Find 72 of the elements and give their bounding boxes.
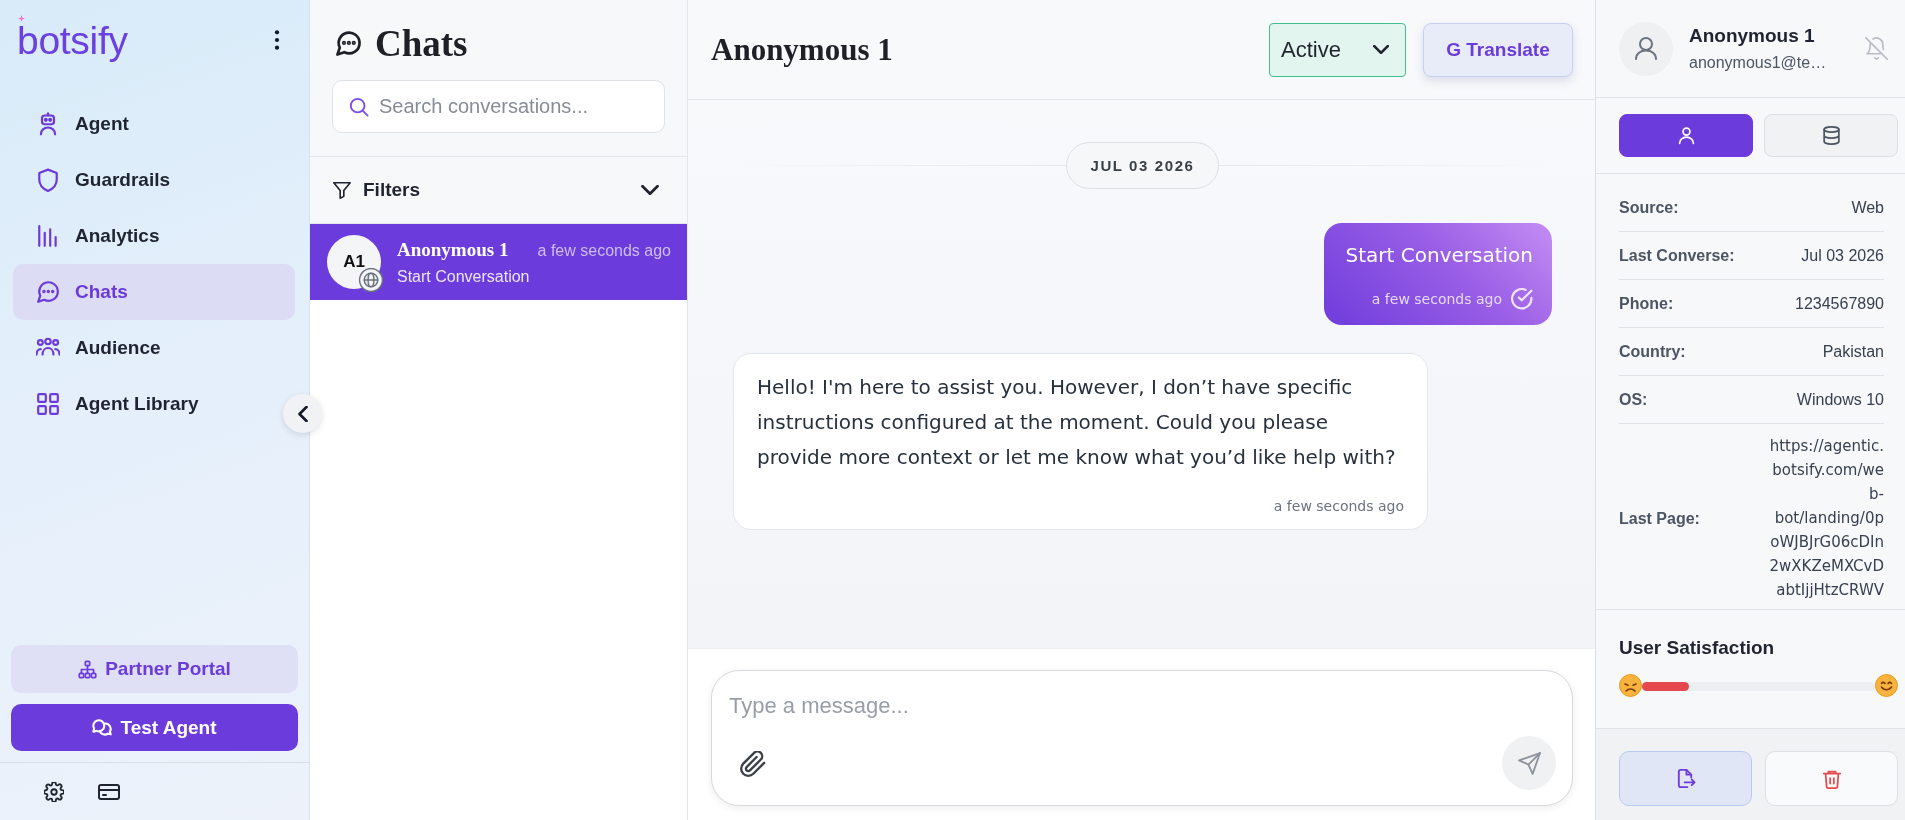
message-text: Hello! I'm here to assist you. However, I don’t have specific instructions configured at the moment. Could you please provide more context or let me know what you’d like help with? bbox=[757, 374, 1397, 471]
detail-value: Pakistan bbox=[1822, 342, 1884, 362]
status-dropdown[interactable]: Active bbox=[1269, 22, 1406, 77]
nav-item[interactable]: Agent bbox=[13, 96, 145, 152]
message-field[interactable]: Type a message... bbox=[711, 670, 1573, 806]
chevron-left-icon bbox=[297, 405, 308, 422]
user-icon bbox=[1676, 126, 1696, 145]
nav-item[interactable]: Agent Library bbox=[13, 376, 215, 432]
date-pill: JUL 03 2026 bbox=[1066, 142, 1219, 189]
message-time: a few seconds ago bbox=[1371, 291, 1502, 307]
chevron-down-icon bbox=[641, 185, 659, 195]
sparkle-icon bbox=[18, 14, 25, 22]
detail-label: Source: bbox=[1619, 198, 1679, 218]
sad-face-icon bbox=[1619, 674, 1642, 697]
more-icon[interactable] bbox=[274, 30, 280, 50]
nav-item[interactable]: Chats bbox=[13, 264, 295, 320]
contact-email: anonymous1@te… bbox=[1689, 54, 1828, 72]
sitemap-icon bbox=[78, 659, 98, 679]
message-time: a few seconds ago bbox=[537, 241, 671, 260]
database-icon bbox=[1821, 126, 1841, 145]
conversation-item[interactable]: A1 Anonymous 1 a few seconds ago Start Conversation bbox=[310, 224, 687, 300]
chat-bubbles-icon bbox=[92, 717, 113, 738]
search-icon bbox=[349, 96, 369, 117]
smiley-face-icon bbox=[1875, 674, 1898, 697]
contact-name: Anonymous 1 bbox=[397, 238, 509, 261]
detail-label: Phone: bbox=[1619, 294, 1674, 314]
settings-icon[interactable] bbox=[44, 781, 64, 802]
message-text: Start Conversation bbox=[1345, 242, 1533, 268]
filters-bar[interactable]: Filters bbox=[310, 157, 687, 224]
nav-item[interactable]: Guardrails bbox=[13, 152, 187, 208]
detail-label: Last Page: bbox=[1619, 508, 1700, 529]
logo-text: botsify bbox=[17, 20, 128, 60]
profile-tab[interactable] bbox=[1619, 114, 1753, 157]
detail-label: Country: bbox=[1619, 342, 1686, 362]
test-agent-button[interactable]: Test Agent bbox=[11, 704, 298, 751]
detail-value: 1234567890 bbox=[1795, 294, 1884, 314]
send-icon bbox=[1517, 751, 1541, 775]
database-tab[interactable] bbox=[1764, 114, 1898, 157]
nav-item[interactable]: Audience bbox=[13, 320, 177, 376]
user-avatar-icon bbox=[1619, 21, 1673, 76]
detail-value: Jul 03 2026 bbox=[1801, 246, 1884, 266]
detail-label: OS: bbox=[1619, 390, 1648, 410]
detail-value: Windows 10 bbox=[1796, 390, 1884, 410]
detail-label: Last Converse: bbox=[1619, 246, 1735, 266]
filters-label: Filters bbox=[363, 179, 422, 201]
check-circle-icon bbox=[1511, 288, 1533, 310]
detail-value: Web bbox=[1851, 198, 1884, 218]
card-icon[interactable] bbox=[98, 782, 120, 801]
search-field[interactable]: Search conversations... bbox=[332, 80, 665, 133]
grid-icon bbox=[36, 392, 60, 416]
shield-icon bbox=[36, 168, 60, 192]
page-title: Chats bbox=[375, 24, 468, 62]
translate-button[interactable]: G Translate bbox=[1423, 22, 1573, 77]
chevron-down-icon bbox=[1373, 45, 1389, 54]
chat-icon bbox=[335, 29, 362, 57]
message-time: a few seconds ago bbox=[1272, 497, 1404, 515]
paperclip-icon[interactable] bbox=[740, 751, 766, 777]
contact-name: Anonymous 1 bbox=[1689, 25, 1816, 47]
satisfaction-title: User Satisfaction bbox=[1619, 636, 1776, 660]
chat-icon bbox=[36, 280, 60, 304]
partner-portal-button[interactable]: Partner Portal bbox=[11, 645, 298, 693]
detail-value: https://agentic.botsify.com/web-bot/landing/0poWJBJrG06cDIn2wXKZeMXCvDabtIjjHtzCRWV bbox=[1768, 436, 1884, 601]
filter-icon bbox=[332, 180, 352, 200]
message-input[interactable]: Type a message... bbox=[729, 691, 1555, 721]
bar-chart-icon bbox=[36, 224, 60, 248]
conversation-title: Anonymous 1 bbox=[711, 31, 894, 68]
globe-icon bbox=[359, 268, 383, 292]
file-export-icon bbox=[1675, 768, 1696, 789]
search-input[interactable]: Search conversations... bbox=[379, 93, 650, 120]
message-preview: Start Conversation bbox=[397, 267, 531, 286]
nav-item[interactable]: Analytics bbox=[13, 208, 176, 264]
trash-icon bbox=[1821, 768, 1842, 789]
